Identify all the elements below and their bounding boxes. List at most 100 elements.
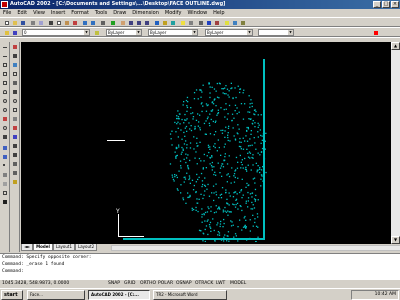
menu-window[interactable]: Window bbox=[187, 10, 207, 16]
menu-insert[interactable]: Insert bbox=[51, 10, 65, 16]
menu-draw[interactable]: Draw bbox=[113, 10, 126, 16]
hatch-icon[interactable] bbox=[1, 172, 9, 179]
stretch-icon[interactable] bbox=[11, 116, 19, 123]
region-icon[interactable] bbox=[1, 181, 9, 188]
taskbar-item-autocad[interactable]: AutoCAD 2002 - [C:... bbox=[88, 290, 150, 300]
zoom-previous-icon[interactable] bbox=[143, 19, 150, 26]
title-bar[interactable]: AutoCAD 2002 - [C:\Documents and Setting… bbox=[0, 0, 400, 9]
taskbar-item[interactable]: TR2 - Microsoft Word bbox=[153, 290, 227, 300]
block-icon[interactable] bbox=[231, 19, 238, 26]
mtext-icon[interactable] bbox=[1, 199, 9, 206]
calculator-icon[interactable] bbox=[187, 19, 194, 26]
break-icon[interactable] bbox=[11, 143, 19, 150]
insert-block-icon[interactable] bbox=[1, 145, 9, 152]
measure-icon[interactable] bbox=[197, 19, 204, 26]
tab-nav-arrows-icon[interactable]: ◄► bbox=[21, 244, 34, 251]
undo-icon[interactable] bbox=[81, 19, 88, 26]
new-file-icon[interactable] bbox=[3, 19, 10, 26]
plotstyle-dropdown[interactable]: ▼ bbox=[258, 29, 294, 36]
chevron-down-icon[interactable]: ▼ bbox=[288, 30, 293, 35]
tab-layout2[interactable]: Layout2 bbox=[75, 244, 98, 251]
menu-modify[interactable]: Modify bbox=[165, 10, 182, 16]
command-window[interactable]: Command: Specify opposite corner: Comman… bbox=[0, 253, 400, 279]
fillet-icon[interactable] bbox=[11, 170, 19, 177]
scroll-down-arrow-icon[interactable]: ▼ bbox=[391, 236, 400, 244]
tab-layout1[interactable]: Layout1 bbox=[52, 244, 75, 251]
coordinate-readout[interactable]: 1045.3428, 548.9873, 0.0000 bbox=[2, 281, 69, 286]
circle-icon[interactable] bbox=[1, 98, 9, 105]
lineweight-dropdown[interactable]: ByLayer ▼ bbox=[205, 29, 253, 36]
vertical-scrollbar[interactable]: ▲ ▼ bbox=[391, 42, 400, 244]
maximize-button[interactable]: □ bbox=[382, 1, 390, 8]
tracking-icon[interactable] bbox=[99, 19, 106, 26]
save-icon[interactable] bbox=[19, 19, 26, 26]
line-icon[interactable] bbox=[1, 44, 9, 51]
tab-model[interactable]: Model bbox=[33, 244, 53, 251]
layer-manager-icon[interactable] bbox=[223, 19, 230, 26]
print-icon[interactable] bbox=[29, 19, 36, 26]
construction-line-icon[interactable] bbox=[1, 53, 9, 60]
move-icon[interactable] bbox=[11, 89, 19, 96]
menu-view[interactable]: View bbox=[33, 10, 45, 16]
linetype-dropdown[interactable]: ByLayer ▼ bbox=[148, 29, 198, 36]
menu-dimension[interactable]: Dimension bbox=[132, 10, 159, 16]
scroll-up-arrow-icon[interactable]: ▲ bbox=[391, 42, 400, 50]
hyperlink-icon[interactable] bbox=[205, 19, 212, 26]
arc-icon[interactable] bbox=[1, 89, 9, 96]
copy-icon[interactable] bbox=[55, 19, 62, 26]
tool-palette-icon[interactable] bbox=[169, 19, 176, 26]
publish-icon[interactable] bbox=[213, 19, 220, 26]
menu-help[interactable]: Help bbox=[213, 10, 224, 16]
match-properties-icon[interactable] bbox=[71, 19, 78, 26]
offset-icon[interactable] bbox=[11, 71, 19, 78]
design-center-icon[interactable] bbox=[161, 19, 168, 26]
rectangle-icon[interactable] bbox=[1, 80, 9, 87]
chamfer-icon[interactable] bbox=[11, 161, 19, 168]
paste-icon[interactable] bbox=[63, 19, 70, 26]
point-icon[interactable] bbox=[1, 163, 9, 170]
open-file-icon[interactable] bbox=[11, 19, 18, 26]
autocad-app-icon[interactable] bbox=[1, 1, 8, 8]
cut-icon[interactable] bbox=[47, 19, 54, 26]
table-icon[interactable] bbox=[1, 190, 9, 197]
properties-icon[interactable] bbox=[153, 19, 160, 26]
make-block-icon[interactable] bbox=[1, 154, 9, 161]
drawing-area[interactable]: Y bbox=[21, 42, 391, 244]
close-button[interactable]: × bbox=[391, 1, 399, 8]
redo-icon[interactable] bbox=[89, 19, 96, 26]
layer-dropdown[interactable]: 0 ▼ bbox=[22, 29, 90, 36]
command-prompt[interactable]: Command: bbox=[0, 268, 400, 275]
menu-format[interactable]: Format bbox=[71, 10, 89, 16]
polygon-icon[interactable] bbox=[1, 71, 9, 78]
spline-icon[interactable] bbox=[1, 116, 9, 123]
copy-object-icon[interactable] bbox=[11, 53, 19, 60]
trim-icon[interactable] bbox=[11, 125, 19, 132]
osnap-toggle[interactable]: OSNAP bbox=[176, 281, 192, 286]
taskbar-item[interactable]: Face... bbox=[27, 290, 85, 300]
snap-toggle[interactable]: SNAP bbox=[108, 281, 120, 286]
extend-icon[interactable] bbox=[11, 134, 19, 141]
chevron-down-icon[interactable]: ▼ bbox=[247, 30, 252, 35]
chevron-down-icon[interactable]: ▼ bbox=[192, 30, 197, 35]
polar-toggle[interactable]: POLAR bbox=[158, 281, 173, 286]
render-icon[interactable] bbox=[239, 19, 246, 26]
lwt-toggle[interactable]: LWT bbox=[216, 281, 225, 286]
model-toggle[interactable]: MODEL bbox=[230, 281, 246, 286]
make-current-layer-icon[interactable] bbox=[11, 29, 18, 36]
erase-icon[interactable] bbox=[11, 44, 19, 51]
grid-toggle[interactable]: GRID bbox=[124, 281, 135, 286]
array-icon[interactable] bbox=[11, 80, 19, 87]
revcloud-icon[interactable] bbox=[1, 107, 9, 114]
preview-icon[interactable] bbox=[37, 19, 44, 26]
mirror-icon[interactable] bbox=[11, 62, 19, 69]
ortho-toggle[interactable]: ORTHO bbox=[140, 281, 156, 286]
color-swatch-icon[interactable] bbox=[372, 29, 379, 36]
ucs-icon[interactable] bbox=[109, 19, 116, 26]
color-dropdown[interactable]: ByLayer ▼ bbox=[106, 29, 142, 36]
ellipse-arc-icon[interactable] bbox=[1, 134, 9, 141]
chevron-down-icon[interactable]: ▼ bbox=[136, 30, 141, 35]
horizontal-scrollbar[interactable] bbox=[111, 245, 400, 251]
menu-edit[interactable]: Edit bbox=[17, 10, 27, 16]
menu-file[interactable]: File bbox=[3, 10, 11, 16]
layer-properties-icon[interactable] bbox=[3, 29, 10, 36]
